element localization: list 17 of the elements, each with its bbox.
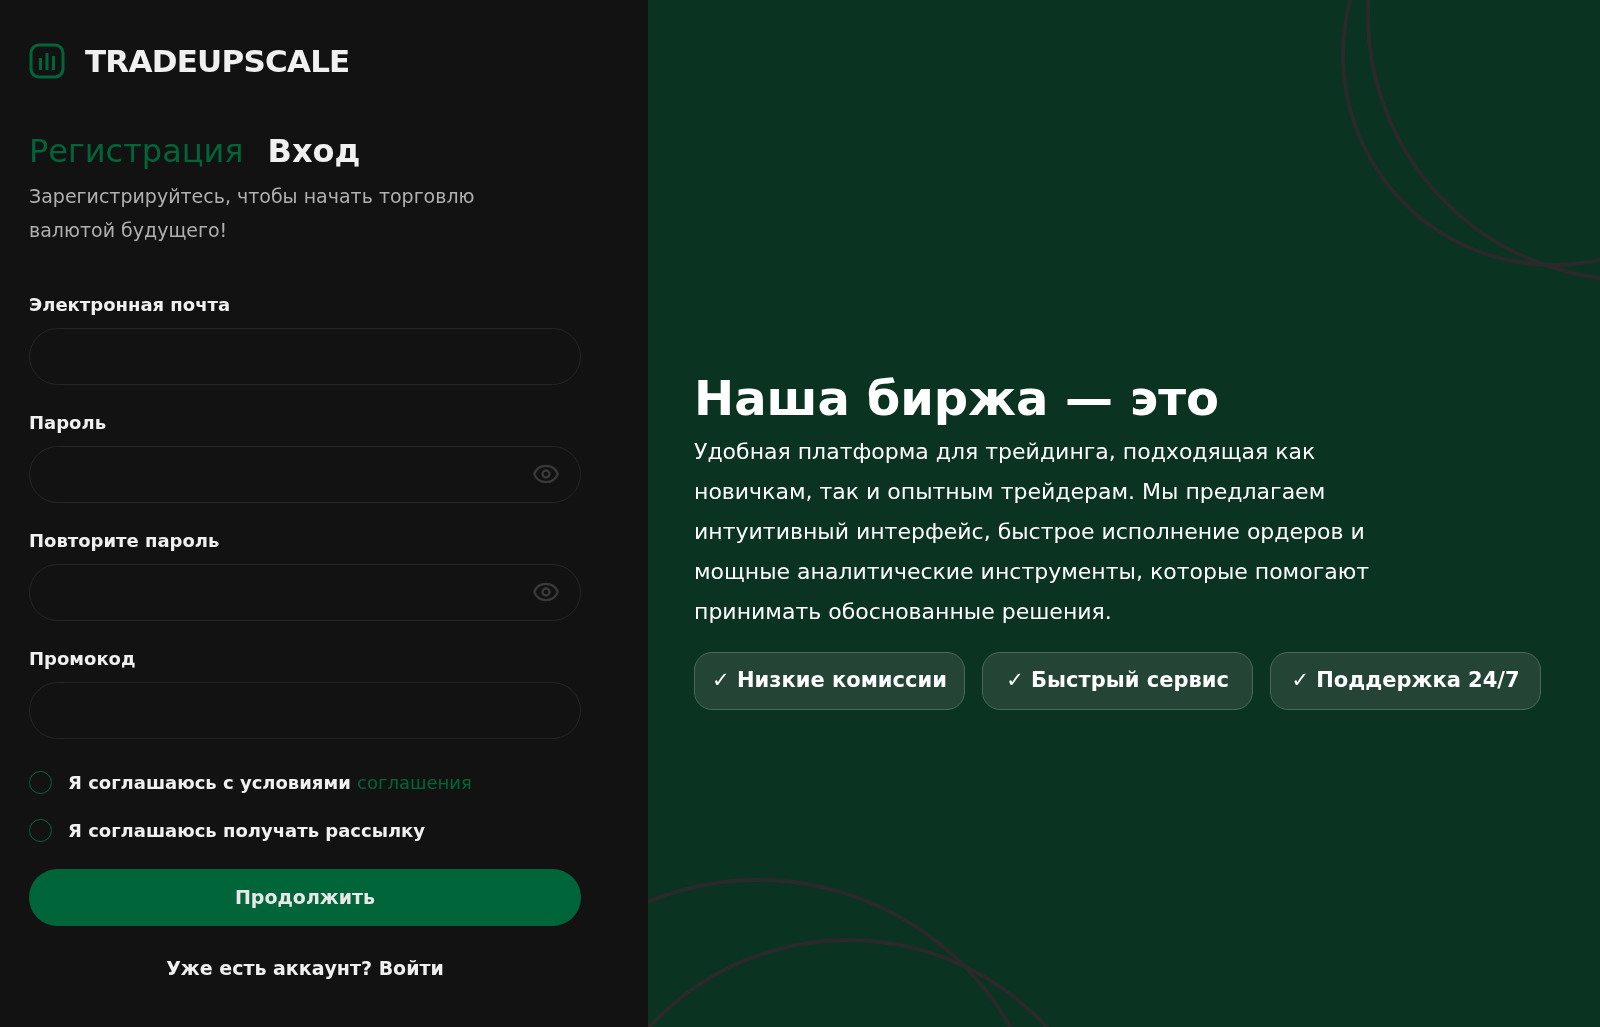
feature-pill: ✓ Поддержка 24/7 — [1270, 651, 1541, 710]
brand-name: TRADEUPSCALE — [85, 42, 350, 81]
promo-title: Наша биржа — это — [694, 368, 1220, 428]
field-label: Электронная почта — [29, 292, 232, 317]
continue-button[interactable]: Продолжить — [29, 868, 581, 926]
agreement-text: Я соглашаюсь с условиями соглашения — [68, 770, 472, 795]
field-label: Промокод — [29, 646, 137, 671]
feature-pill: ✓ Быстрый сервис — [982, 651, 1253, 710]
login-link[interactable]: Уже есть аккаунт? Войти — [166, 953, 444, 982]
promo-text: Удобная платформа для трейдинга, подходящая как новичкам, так и опытным трейдерам. Мы предлагаем интуитивный интерфейс, быстрое исполнение ордеров и мощные аналитические инструменты, которые помогают принимать обоснованные решения. — [694, 437, 1371, 626]
bar-chart-logo-icon — [29, 43, 65, 80]
subtitle: Зарегистрируйтесь, чтобы начать торговлю валютой будущего! — [29, 183, 476, 243]
field-label: Пароль — [29, 410, 108, 435]
feature-pill: ✓ Низкие комиссии — [694, 651, 965, 710]
agreement-text: Я соглашаюсь получать рассылку — [68, 818, 426, 843]
auth-tab[interactable]: Вход — [267, 130, 361, 171]
field-label: Повторите пароль — [29, 528, 221, 553]
